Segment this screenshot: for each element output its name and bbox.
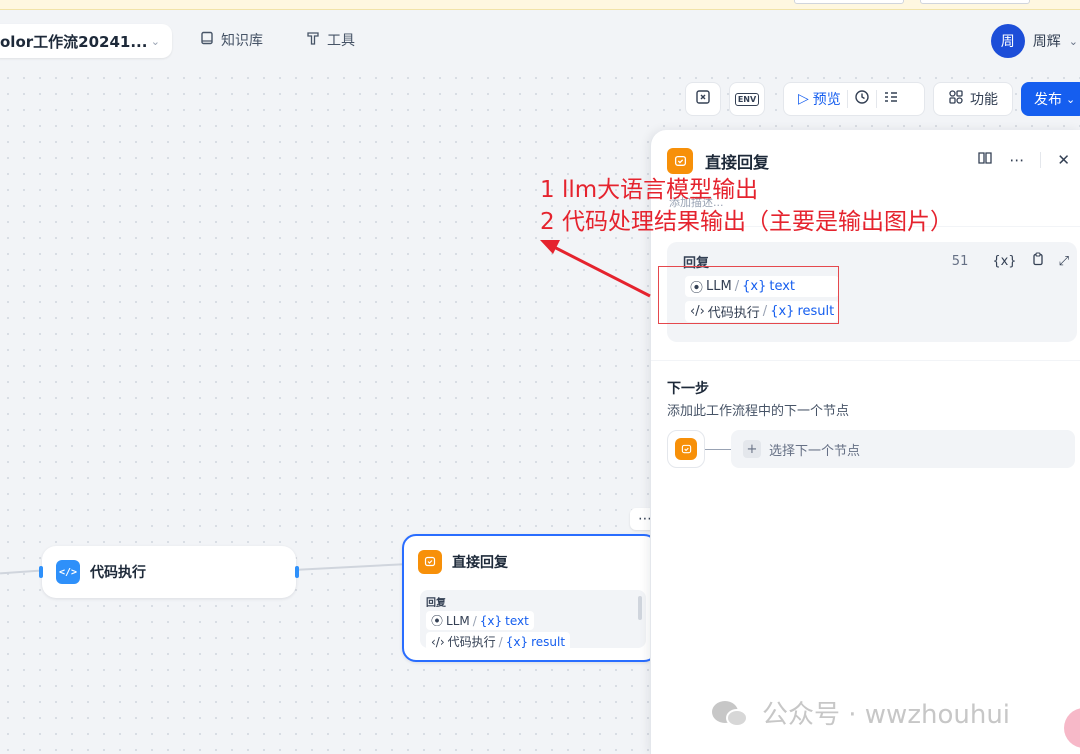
scrollbar[interactable] [638,596,642,620]
code-icon: ‹/› [431,634,445,649]
chip-separator: / [498,634,503,649]
input-port[interactable] [39,566,43,578]
code-icon: </> [56,560,80,584]
divider [846,90,848,108]
book-icon [200,31,214,49]
env-button[interactable]: ENV [729,82,765,116]
features-label: 功能 [970,92,998,108]
book-icon[interactable] [977,150,993,170]
env-icon: ENV [734,92,760,106]
connector-line [705,448,731,450]
nav-tools[interactable]: 工具 [306,30,355,50]
copy-icon[interactable] [1031,252,1045,270]
tool-icon [306,31,320,49]
chip-source: 代码执行 [447,635,496,649]
reply-icon [418,550,442,574]
chevron-down-icon: ⌄ [1066,92,1076,106]
annotation-text: 1 llm大语言模型输出 2 代码处理结果输出（主要是输出图片） [540,174,953,238]
chip-separator: / [472,613,477,628]
wechat-icon [712,697,752,729]
play-icon: ▷ [798,91,809,107]
preview-group: ▷ 预览 [783,82,925,116]
watermark: 公众号 · wwzhouhui [712,694,1010,731]
current-node-chip [667,430,705,468]
code-node[interactable]: </> 代码执行 [42,546,296,598]
divider [1040,152,1042,168]
app-header: olor工作流20241... ⌄ 知识库 工具 周 周辉 ⌄ [0,10,1080,70]
variable-icon: {x} [505,634,529,649]
chip-source: LLM [446,613,470,628]
checklist-button[interactable] [685,82,721,116]
close-icon[interactable]: ✕ [1057,151,1070,169]
app-switcher[interactable]: olor工作流20241... ⌄ [0,24,172,58]
node-title: 直接回复 [452,555,508,571]
history-icon[interactable] [854,89,870,109]
annotation-box [658,266,839,324]
features-button[interactable]: 功能 [933,82,1013,116]
output-port[interactable] [295,566,299,578]
field-label: 回复 [426,598,446,609]
divider [875,90,877,108]
chip-variable: result [531,634,566,649]
user-name: 周辉 [1032,34,1061,50]
chip-variable: text [505,613,529,628]
variable-chip: ‹/› 代码执行 / {x} result [426,632,571,651]
chevron-down-icon: ⌄ [1068,34,1078,48]
more-icon[interactable]: ⋯ [1009,151,1024,169]
notice-button[interactable] [920,0,1030,4]
preview-button[interactable]: 预览 [813,89,841,109]
grid-icon [948,89,964,109]
chevron-down-icon: ⌄ [150,34,160,48]
next-step-title: 下一步 [667,381,709,397]
app-name: olor工作流20241... [0,32,148,51]
select-next-node[interactable]: + 选择下一个节点 [731,430,1075,468]
expand-icon[interactable]: ⤢ [1059,254,1069,269]
plus-icon: + [743,440,761,458]
variable-chip: ⦿ LLM / {x} text [426,611,534,630]
nav-label: 工具 [327,33,355,49]
llm-icon: ⦿ [431,614,444,628]
reply-preview: 回复 ⦿ LLM / {x} text ‹/› 代码执行 / {x} resul… [420,590,646,651]
watermark-text: 公众号 · wwzhouhui [762,700,1011,730]
user-menu[interactable]: 周 周辉 ⌄ [990,24,1080,58]
reply-icon [675,438,697,460]
check-x-icon [695,89,711,109]
checklist-icon[interactable] [883,89,899,109]
notice-button[interactable] [794,0,904,4]
publish-button[interactable]: 发布 ⌄ [1021,82,1080,116]
reply-node[interactable]: 直接回复 回复 ⦿ LLM / {x} text ‹/› 代码执行 / {x} … [402,534,658,662]
char-count: 51 [951,253,969,269]
annotation-line: 2 代码处理结果输出（主要是输出图片） [540,209,953,235]
node-title: 代码执行 [90,565,146,581]
nav-label: 知识库 [221,33,263,49]
next-step-desc: 添加此工作流程中的下一个节点 [667,404,850,419]
publish-label: 发布 [1034,92,1062,108]
reply-icon [667,148,693,174]
variable-icon[interactable]: {x} [992,254,1016,269]
notice-bar [0,0,1080,10]
panel-title[interactable]: 直接回复 [705,149,769,173]
select-placeholder: 选择下一个节点 [769,443,861,459]
nav-knowledge[interactable]: 知识库 [200,30,263,50]
avatar: 周 [990,24,1025,58]
variable-icon: {x} [479,613,503,628]
annotation-line: 1 llm大语言模型输出 [540,177,759,203]
divider [651,360,1080,361]
